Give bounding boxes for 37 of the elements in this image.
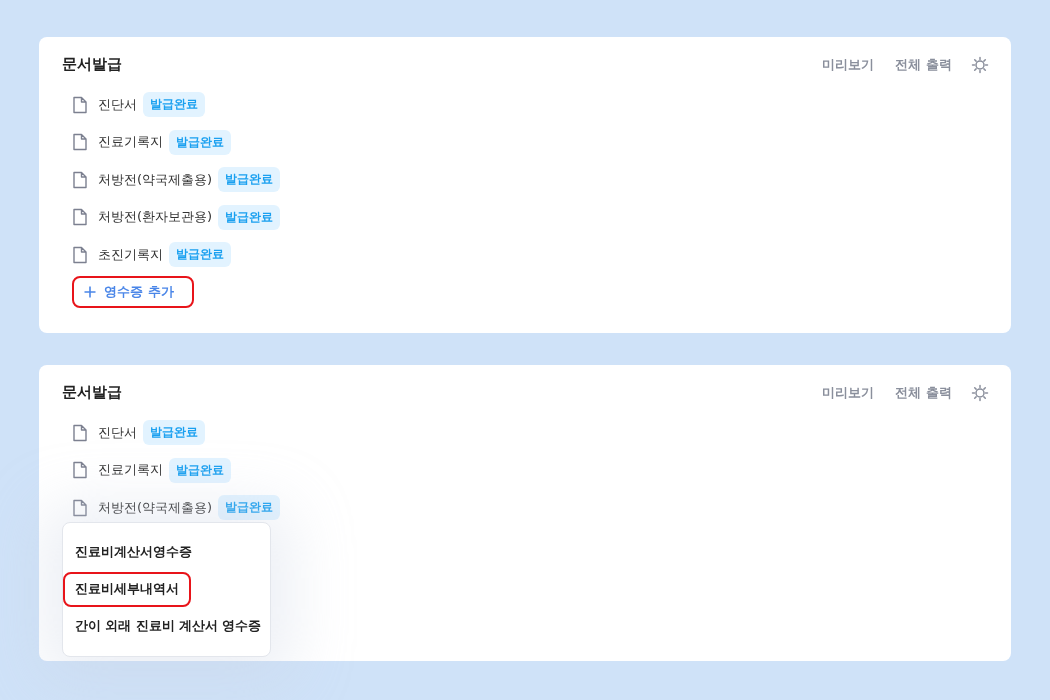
document-name: 진료기록지 — [98, 133, 163, 152]
document-icon — [72, 461, 88, 480]
panel-title: 문서발급 — [62, 383, 123, 402]
status-badge: 발급완료 — [218, 204, 281, 230]
document-icon — [72, 170, 88, 189]
action-link[interactable]: 전체 출력 — [895, 55, 952, 74]
menu-item[interactable]: 진료비세부내역서 — [63, 572, 191, 607]
add-receipt-button[interactable]: 영수증 추가 — [72, 275, 194, 308]
status-badge: 발급완료 — [169, 129, 231, 155]
status-badge: 발급완료 — [143, 92, 205, 118]
document-name: 처방전(약국제출용) — [98, 170, 213, 189]
panel-title: 문서발급 — [62, 55, 123, 74]
document-icon — [72, 95, 88, 114]
status-badge: 발급완료 — [143, 420, 205, 446]
menu-item[interactable]: 간이 외래 진료비 계산서 영수증 — [63, 609, 274, 644]
document-icon — [72, 208, 88, 227]
document-icon — [72, 498, 88, 517]
document-name: 진단서 — [98, 95, 137, 114]
status-badge: 발급완료 — [169, 457, 231, 483]
settings-icon[interactable] — [971, 55, 989, 74]
action-link[interactable]: 미리보기 — [822, 383, 875, 402]
document-icon — [72, 133, 88, 152]
plus-icon — [84, 285, 96, 298]
status-badge: 발급완료 — [218, 495, 281, 521]
document-name: 처방전(환자보관용) — [98, 208, 213, 227]
action-link[interactable]: 전체 출력 — [895, 383, 952, 402]
action-link[interactable]: 미리보기 — [822, 55, 875, 74]
settings-icon[interactable] — [971, 383, 989, 402]
document-name: 진단서 — [98, 423, 137, 442]
document-name: 진료기록지 — [98, 461, 163, 480]
document-name: 처방전(약국제출용) — [98, 498, 213, 517]
document-icon — [72, 423, 88, 442]
document-name: 초진기록지 — [98, 245, 163, 264]
status-badge: 발급완료 — [218, 167, 281, 193]
status-badge: 발급완료 — [169, 242, 231, 268]
menu-item[interactable]: 진료비계산서영수증 — [63, 535, 204, 570]
document-icon — [72, 245, 88, 264]
